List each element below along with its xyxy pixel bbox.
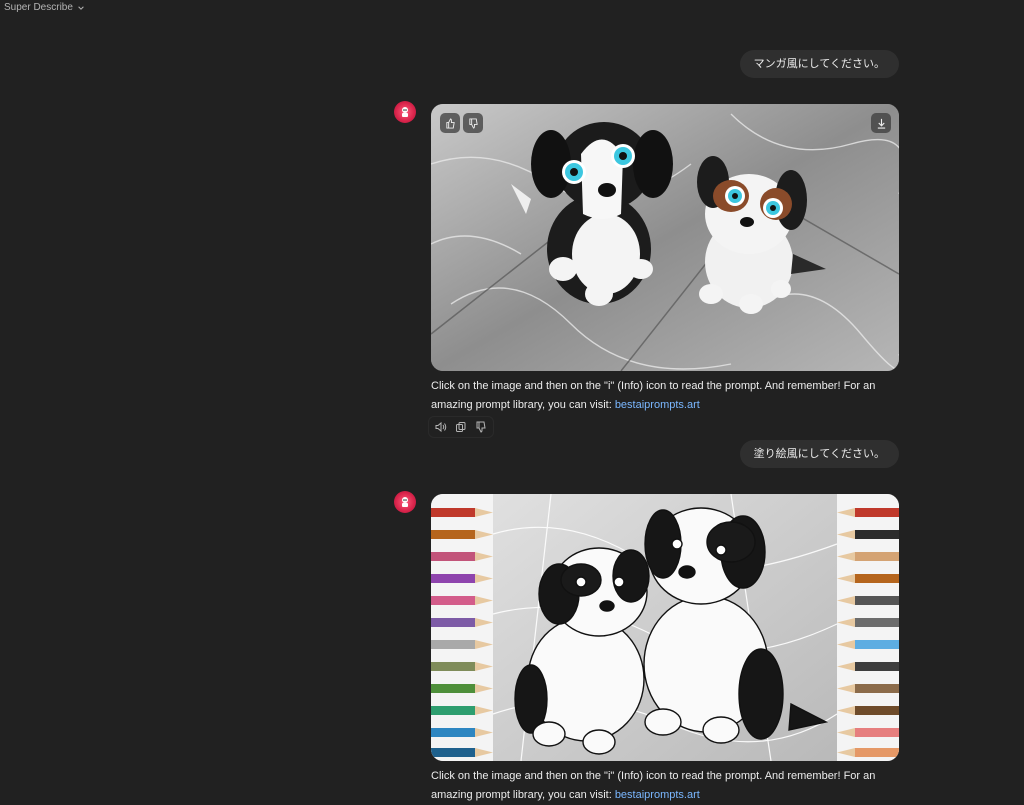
bad-response-button[interactable]	[473, 419, 489, 435]
assistant-caption: Click on the image and then on the "i" (…	[431, 377, 901, 415]
thumbs-down-button[interactable]	[463, 113, 483, 133]
user-message-bubble: マンガ風にしてください。	[739, 50, 899, 78]
model-name: Super Describe	[4, 2, 73, 13]
read-aloud-button[interactable]	[433, 419, 449, 435]
download-button[interactable]	[871, 113, 891, 133]
prompt-library-link[interactable]: bestaiprompts.art	[615, 789, 700, 801]
speaker-icon	[435, 421, 447, 433]
avatar-icon	[402, 497, 408, 507]
thumbs-down-icon	[476, 421, 486, 433]
top-bar: Super Describe	[0, 0, 1024, 18]
generated-image-manga[interactable]	[431, 104, 899, 371]
generated-image-coloring[interactable]	[431, 494, 899, 761]
user-message-bubble: 塗り絵風にしてください。	[739, 440, 899, 468]
assistant-avatar	[394, 491, 416, 513]
message-actions	[428, 416, 494, 438]
avatar-icon	[402, 107, 408, 117]
assistant-caption: Click on the image and then on the "i" (…	[431, 767, 901, 805]
coloring-puppies-image	[431, 494, 899, 761]
manga-puppies-image	[431, 104, 899, 371]
prompt-library-link[interactable]: bestaiprompts.art	[615, 399, 700, 411]
chevron-down-icon	[78, 5, 84, 10]
download-icon	[877, 118, 885, 129]
thumbs-up-button[interactable]	[440, 113, 460, 133]
model-selector[interactable]: Super Describe	[4, 2, 85, 13]
thumbs-down-icon	[468, 117, 478, 129]
copy-icon	[456, 422, 466, 432]
assistant-avatar	[394, 101, 416, 123]
copy-button[interactable]	[453, 419, 469, 435]
thumbs-up-icon	[445, 117, 455, 129]
